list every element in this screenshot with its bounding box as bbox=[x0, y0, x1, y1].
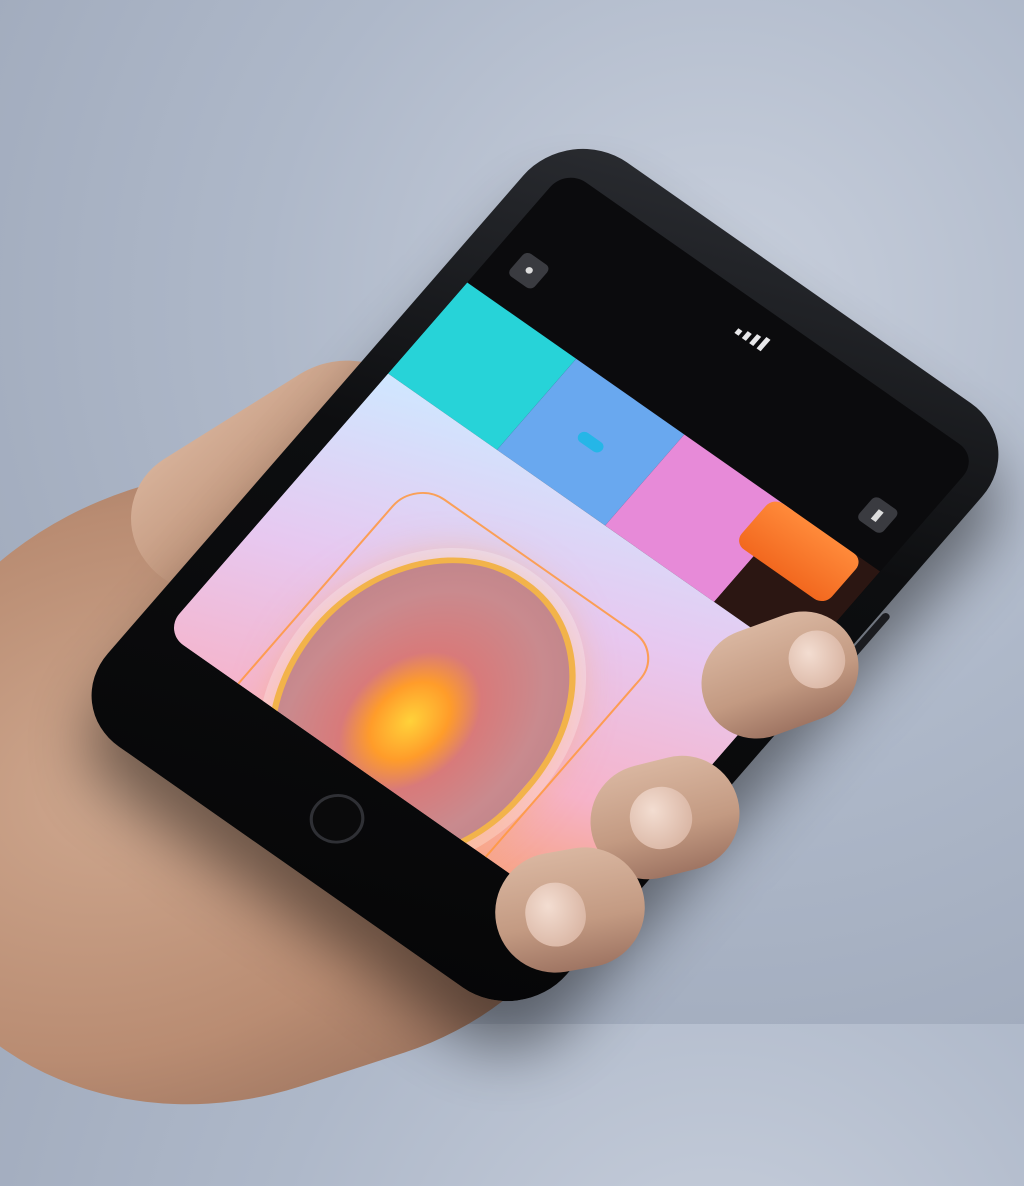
fingernail bbox=[520, 877, 591, 952]
signal-icon bbox=[734, 321, 771, 351]
phone-screen: ● ▮ bbox=[163, 168, 980, 921]
home-button[interactable] bbox=[298, 784, 376, 854]
battery-icon: ▮ bbox=[855, 495, 900, 536]
photo-scene: ● ▮ bbox=[0, 0, 1024, 1186]
fingernail bbox=[623, 780, 699, 856]
fingernail bbox=[780, 622, 854, 697]
tab-2-pill[interactable] bbox=[575, 429, 607, 455]
profile-icon[interactable]: ● bbox=[506, 250, 552, 291]
